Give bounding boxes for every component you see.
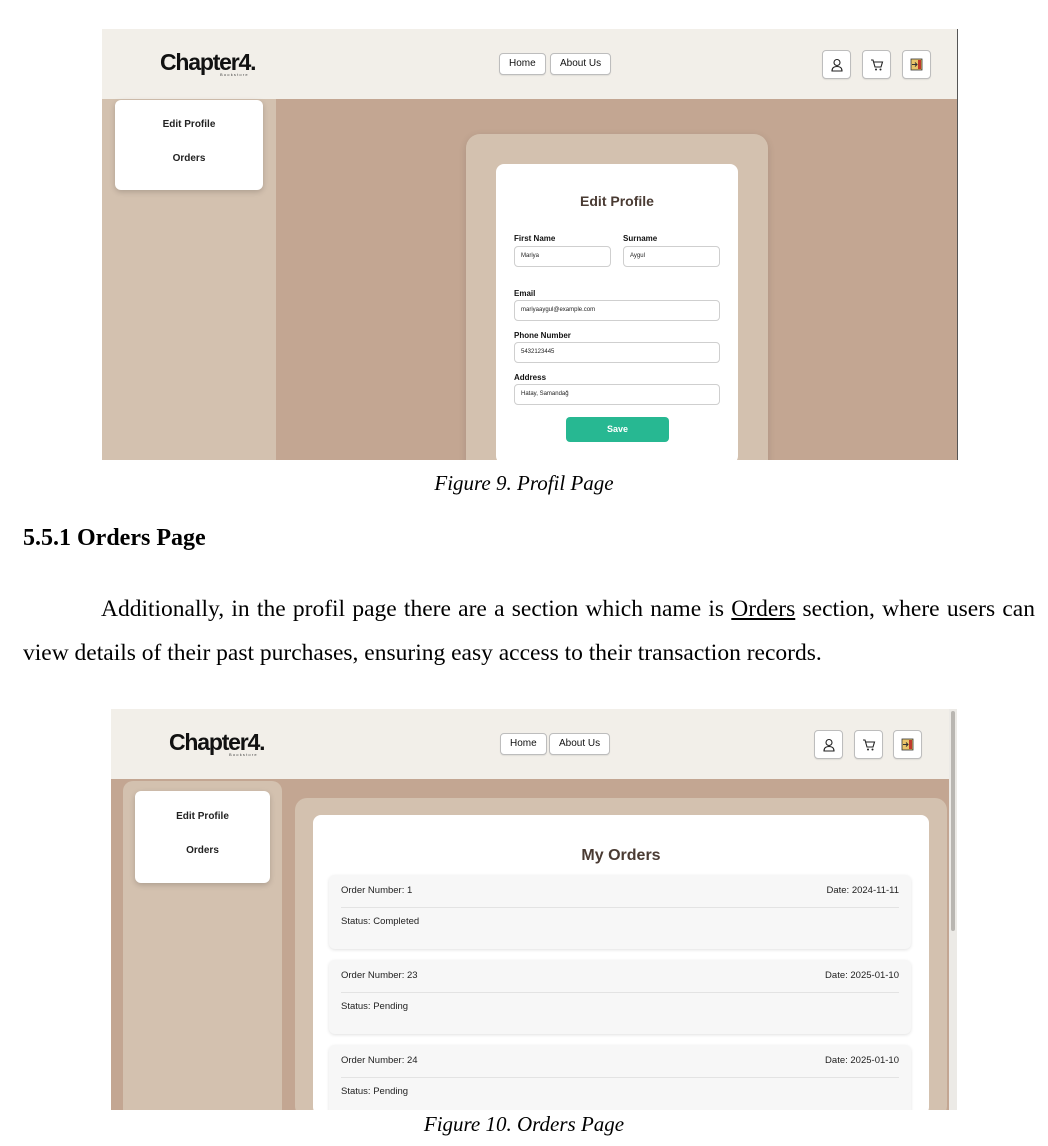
- about-us-button[interactable]: About Us: [549, 733, 611, 755]
- address-label: Address: [514, 373, 547, 382]
- order-divider: [341, 907, 899, 908]
- orders-card: My Orders Order Number: 1 Date: 2024-11-…: [313, 815, 929, 1110]
- figure-9-caption: Figure 9. Profil Page: [434, 471, 614, 495]
- first-name-label: First Name: [514, 234, 556, 243]
- order-number: Order Number: 24: [341, 1055, 418, 1066]
- navbar: Chapter4. Bookstore Home About Us: [111, 709, 949, 779]
- sidebar-item-edit-profile[interactable]: Edit Profile: [135, 811, 270, 822]
- brand-tagline: Bookstore: [220, 72, 249, 77]
- sidebar-menu: Edit Profile Orders: [115, 100, 263, 190]
- email-field[interactable]: mariyaaygul@example.com: [514, 300, 720, 321]
- save-button[interactable]: Save: [566, 417, 669, 442]
- orders-page-screenshot: Chapter4. Bookstore Home About Us Edit P…: [111, 709, 957, 1110]
- order-date: Date: 2025-01-10: [825, 970, 899, 981]
- phone-field[interactable]: 5432123445: [514, 342, 720, 363]
- order-divider: [341, 992, 899, 993]
- cart-icon[interactable]: [862, 50, 891, 79]
- scrollbar-thumb[interactable]: [951, 711, 955, 931]
- surname-label: Surname: [623, 234, 658, 243]
- profile-page-screenshot: Chapter4. Bookstore Home About Us Edit P…: [102, 29, 958, 460]
- order-status: Status: Completed: [341, 916, 420, 927]
- home-button[interactable]: Home: [499, 53, 546, 75]
- sidebar-item-edit-profile[interactable]: Edit Profile: [115, 119, 263, 130]
- form-title: Edit Profile: [580, 193, 654, 209]
- order-number: Order Number: 23: [341, 970, 418, 981]
- figure-10-caption: Figure 10. Orders Page: [423, 1112, 625, 1136]
- order-item[interactable]: Order Number: 1 Date: 2024-11-11 Status:…: [329, 875, 911, 949]
- logout-icon[interactable]: [893, 730, 922, 759]
- order-number: Order Number: 1: [341, 885, 413, 896]
- user-icon[interactable]: [814, 730, 843, 759]
- section-paragraph: Additionally, in the profil page there a…: [23, 587, 1035, 675]
- email-label: Email: [514, 289, 536, 298]
- section-heading: 5.5.1 Orders Page: [23, 525, 206, 551]
- orders-link: Orders: [731, 596, 796, 622]
- order-date: Date: 2024-11-11: [826, 885, 899, 896]
- sidebar-item-orders[interactable]: Orders: [115, 153, 263, 164]
- order-status: Status: Pending: [341, 1001, 409, 1012]
- first-name-field[interactable]: Mariya: [514, 246, 611, 267]
- phone-label: Phone Number: [514, 331, 571, 340]
- order-status: Status: Pending: [341, 1086, 409, 1097]
- edit-profile-form: Edit Profile First Name Mariya Surname A…: [496, 164, 738, 460]
- logout-icon[interactable]: [902, 50, 931, 79]
- about-us-button[interactable]: About Us: [550, 53, 612, 75]
- address-field[interactable]: Hatay, Samandağ: [514, 384, 720, 405]
- sidebar-menu: Edit Profile Orders: [135, 791, 270, 883]
- order-divider: [341, 1077, 899, 1078]
- sidebar-item-orders[interactable]: Orders: [135, 845, 270, 856]
- surname-field[interactable]: Aygul: [623, 246, 720, 267]
- scrollbar[interactable]: [949, 709, 957, 1110]
- brand-tagline: Bookstore: [229, 752, 258, 757]
- cart-icon[interactable]: [854, 730, 883, 759]
- navbar: Chapter4. Bookstore Home About Us: [102, 29, 957, 99]
- order-date: Date: 2025-01-10: [825, 1055, 899, 1066]
- orders-title: My Orders: [581, 847, 661, 864]
- paragraph-text-start: Additionally, in the profil page there a…: [101, 596, 732, 622]
- order-item[interactable]: Order Number: 24 Date: 2025-01-10 Status…: [329, 1045, 911, 1110]
- order-item[interactable]: Order Number: 23 Date: 2025-01-10 Status…: [329, 960, 911, 1034]
- user-icon[interactable]: [822, 50, 851, 79]
- home-button[interactable]: Home: [500, 733, 547, 755]
